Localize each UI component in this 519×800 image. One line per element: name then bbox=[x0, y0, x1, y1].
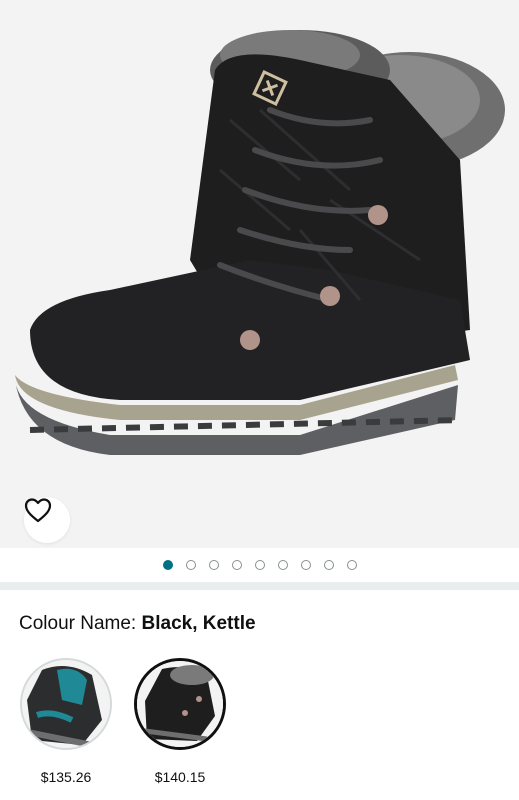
carousel-dot[interactable] bbox=[208, 560, 219, 570]
carousel-dot[interactable] bbox=[185, 560, 196, 570]
product-image[interactable] bbox=[0, 0, 519, 548]
carousel-dot[interactable] bbox=[231, 560, 242, 570]
swatch-price: $140.15 bbox=[154, 769, 206, 785]
boot-illustration bbox=[15, 30, 505, 455]
carousel-dot[interactable] bbox=[254, 560, 265, 570]
carousel-dot[interactable] bbox=[346, 560, 357, 570]
carousel-dot[interactable] bbox=[300, 560, 311, 570]
swatch-thumbnail bbox=[134, 658, 226, 750]
colour-value: Black, Kettle bbox=[141, 613, 256, 634]
carousel-indicator bbox=[0, 548, 519, 582]
colour-swatch-black[interactable]: $140.15 bbox=[134, 658, 226, 786]
wishlist-button[interactable] bbox=[24, 497, 70, 543]
heart-outline-icon bbox=[24, 498, 52, 523]
carousel-dot[interactable] bbox=[277, 560, 288, 570]
colour-swatch-teal[interactable]: $135.26 bbox=[20, 658, 112, 786]
colour-name-row: Colour Name: Black, Kettle bbox=[19, 612, 256, 636]
swatch-price: $135.26 bbox=[40, 769, 92, 785]
section-divider bbox=[0, 582, 519, 590]
colour-label: Colour Name: bbox=[19, 613, 137, 634]
carousel-dot[interactable] bbox=[323, 560, 334, 570]
carousel-dot[interactable] bbox=[162, 560, 173, 570]
swatch-thumbnail bbox=[20, 658, 112, 750]
